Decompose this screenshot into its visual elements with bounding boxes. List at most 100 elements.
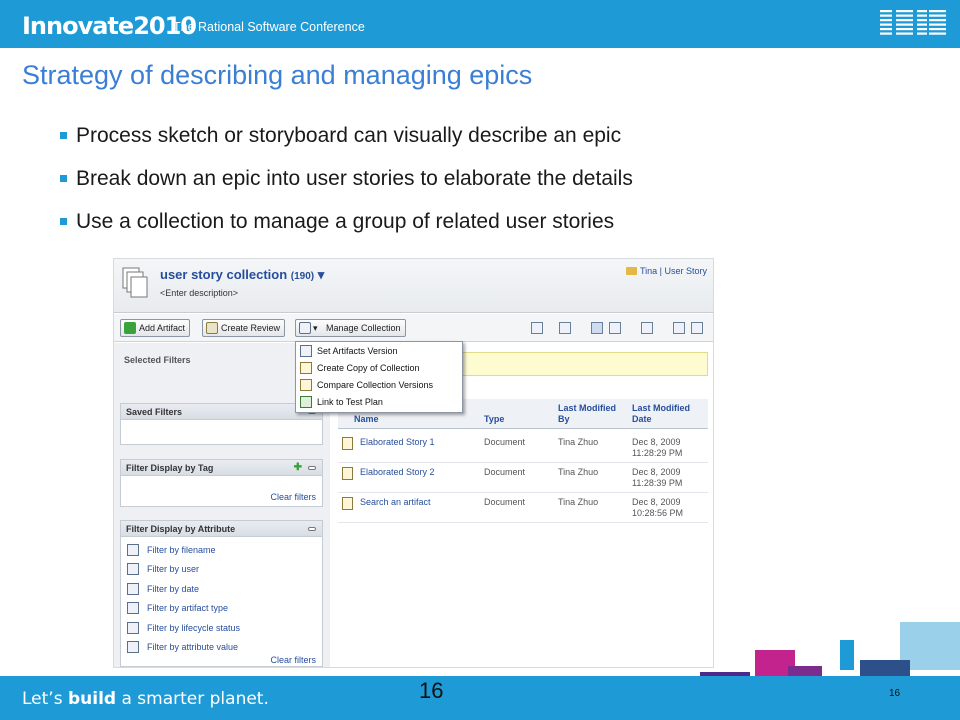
export-icon[interactable] — [641, 322, 653, 334]
filter-by-artifact-type[interactable]: Filter by artifact type — [127, 602, 228, 616]
row-time: 11:28:29 PM — [632, 448, 683, 458]
document-icon — [342, 437, 353, 450]
header-bar: Innovate2010 The Rational Software Confe… — [0, 0, 960, 48]
row-date: Dec 8, 2009 — [632, 437, 681, 447]
collapse-icon[interactable] — [308, 466, 316, 470]
manage-collection-label: Manage Collection — [326, 323, 401, 333]
page-number: 16 — [419, 678, 444, 703]
filter-by-lifecycle-status[interactable]: Filter by lifecycle status — [127, 622, 240, 636]
collapse-icon[interactable] — [308, 527, 316, 531]
bullet-square-icon — [60, 218, 67, 225]
brand-name: Innovate — [22, 12, 134, 40]
user-link[interactable]: Tina | User Story — [626, 266, 707, 276]
row-name-text: Elaborated Story 1 — [360, 437, 435, 447]
collection-icon — [122, 267, 148, 298]
row-modified-date: Dec 8, 2009 11:28:29 PM — [632, 437, 682, 459]
chevron-down-icon[interactable]: ▾ — [318, 267, 325, 282]
saved-filters-header: Saved Filters — [121, 404, 322, 420]
filename-icon — [127, 544, 139, 556]
menu-item-link-test-plan[interactable]: Link to Test Plan — [300, 396, 383, 411]
create-review-button[interactable]: Create Review — [202, 319, 286, 337]
table-row[interactable]: Search an artifact Document Tina Zhuo De… — [338, 493, 708, 523]
filter-view-icon[interactable] — [559, 322, 571, 334]
filter-by-attribute-value[interactable]: Filter by attribute value — [127, 641, 238, 655]
menu-item-label: Set Artifacts Version — [317, 346, 398, 356]
bullet-item: Process sketch or storyboard can visuall… — [60, 124, 633, 167]
saved-filters-title: Saved Filters — [126, 407, 183, 417]
manage-collection-menu: Set Artifacts Version Create Copy of Col… — [295, 341, 463, 413]
filter-label: Filter by attribute value — [147, 642, 239, 652]
review-icon — [206, 322, 218, 334]
conference-name: The Rational Software Conference — [173, 20, 365, 34]
filter-label: Filter by lifecycle status — [147, 623, 241, 633]
folder-icon — [626, 267, 637, 275]
grid-view-icon[interactable] — [609, 322, 621, 334]
menu-item-label: Compare Collection Versions — [317, 380, 434, 390]
menu-item-label: Create Copy of Collection — [317, 363, 420, 373]
column-last-modified-by[interactable]: Last Modified By — [558, 403, 628, 425]
column-name[interactable]: Name — [354, 414, 379, 425]
filter-by-date[interactable]: Filter by date — [127, 583, 199, 597]
user-icon — [127, 563, 139, 575]
row-modified-by: Tina Zhuo — [558, 497, 599, 507]
menu-item-compare-versions[interactable]: Compare Collection Versions — [300, 379, 433, 394]
bullet-list: Process sketch or storyboard can visuall… — [60, 124, 633, 253]
selected-filters-label: Selected Filters — [124, 355, 191, 365]
collection-title[interactable]: user story collection (190) ▾ — [160, 267, 324, 283]
row-type: Document — [484, 497, 526, 507]
collection-small-icon — [299, 322, 311, 334]
table-row[interactable]: Elaborated Story 1 Document Tina Zhuo De… — [338, 433, 708, 463]
plus-icon — [124, 322, 136, 334]
row-type: Document — [484, 467, 526, 477]
collection-count: (190) — [290, 271, 315, 282]
add-artifact-label: Add Artifact — [139, 323, 186, 333]
attribute-value-icon — [127, 641, 139, 653]
filter-by-user[interactable]: Filter by user — [127, 563, 199, 577]
menu-item-set-artifacts-version[interactable]: Set Artifacts Version — [300, 345, 398, 360]
table-row[interactable]: Elaborated Story 2 Document Tina Zhuo De… — [338, 463, 708, 493]
footer-tagline: Let’s build a smarter planet. — [22, 689, 269, 709]
row-time: 10:28:56 PM — [632, 508, 684, 518]
bullet-square-icon — [60, 175, 67, 182]
filter-by-tag-header: Filter Display by Tag ✚ — [121, 460, 322, 476]
column-type[interactable]: Type — [484, 414, 504, 425]
edit-icon[interactable] — [691, 322, 703, 334]
chevron-down-icon: ▾ — [313, 323, 318, 333]
list-view-icon[interactable] — [591, 322, 603, 334]
menu-item-create-copy[interactable]: Create Copy of Collection — [300, 362, 420, 377]
brand-logo: Innovate2010 — [22, 12, 197, 40]
filter-label: Filter by date — [147, 584, 200, 594]
collection-description[interactable]: <Enter description> — [160, 288, 238, 298]
bullet-text: Process sketch or storyboard can visuall… — [76, 124, 622, 147]
row-modified-by: Tina Zhuo — [558, 467, 599, 477]
settings-icon[interactable] — [673, 322, 685, 334]
add-artifact-button[interactable]: Add Artifact — [120, 319, 191, 337]
row-name[interactable]: Elaborated Story 2 — [342, 467, 435, 480]
filter-by-attribute-panel: Filter Display by Attribute Filter by fi… — [120, 520, 323, 667]
manage-collection-button[interactable]: ▾ Manage Collection — [295, 319, 406, 337]
collection-toolbar: Add Artifact Create Review ▾ Manage Colle… — [114, 314, 713, 342]
bullet-square-icon — [60, 132, 67, 139]
sort-icon[interactable] — [531, 322, 543, 334]
row-name[interactable]: Search an artifact — [342, 497, 431, 510]
filter-by-tag-title: Filter Display by Tag — [126, 463, 214, 473]
document-icon — [342, 497, 353, 510]
bullet-text: Use a collection to manage a group of re… — [76, 210, 615, 233]
row-type: Document — [484, 437, 526, 447]
filter-by-filename[interactable]: Filter by filename — [127, 544, 216, 558]
link-icon — [300, 396, 312, 408]
row-modified-date: Dec 8, 2009 11:28:39 PM — [632, 467, 682, 489]
menu-item-label: Link to Test Plan — [317, 397, 383, 407]
clear-filters-link[interactable]: Clear filters — [270, 492, 316, 502]
slide-title: Strategy of describing and managing epic… — [22, 60, 533, 90]
collection-title-text: user story collection — [160, 267, 288, 282]
artifact-type-icon — [127, 602, 139, 614]
clear-filters-link[interactable]: Clear filters — [270, 655, 316, 665]
tagline-post: a smarter planet. — [116, 689, 269, 709]
ibm-logo — [880, 8, 946, 38]
document-icon — [342, 467, 353, 480]
row-modified-by: Tina Zhuo — [558, 437, 599, 447]
row-name[interactable]: Elaborated Story 1 — [342, 437, 435, 450]
column-last-modified-date[interactable]: Last Modified Date — [632, 403, 702, 425]
add-tag-icon[interactable]: ✚ — [294, 462, 302, 473]
